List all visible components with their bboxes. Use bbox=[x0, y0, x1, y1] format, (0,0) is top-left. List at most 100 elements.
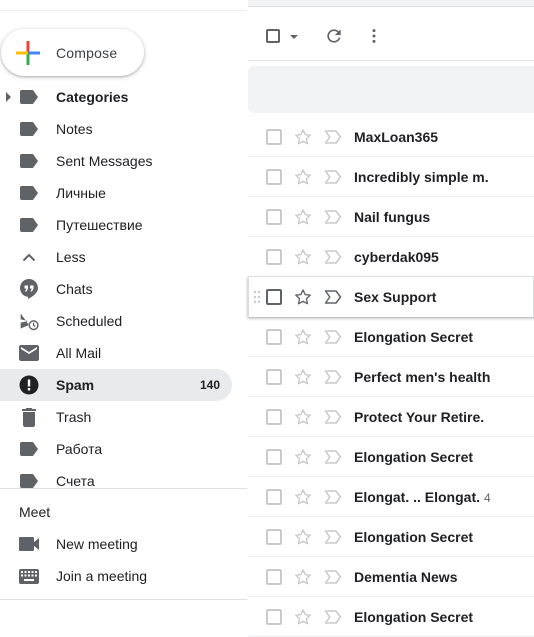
toolbar-divider bbox=[248, 60, 534, 61]
sidebar-item-spam[interactable]: Spam 140 bbox=[0, 369, 232, 401]
email-row[interactable]: Perfect men's health bbox=[248, 357, 534, 397]
email-row[interactable]: Sex Support bbox=[248, 277, 534, 317]
email-select-checkbox[interactable] bbox=[266, 609, 282, 625]
email-select-checkbox[interactable] bbox=[266, 529, 282, 545]
email-row[interactable]: MaxLoan365 bbox=[248, 117, 534, 157]
email-sender: Elongation Secret bbox=[354, 609, 473, 625]
important-marker-icon[interactable] bbox=[324, 129, 342, 145]
email-row[interactable]: Elongat. .. Elongat. 4 bbox=[248, 477, 534, 517]
important-marker-icon[interactable] bbox=[324, 569, 342, 585]
email-select-checkbox[interactable] bbox=[266, 289, 282, 305]
email-sender: Elongation Secret bbox=[354, 449, 473, 465]
star-icon[interactable] bbox=[293, 207, 313, 227]
top-bar-edge bbox=[248, 0, 534, 7]
sidebar-item-путешествие[interactable]: Путешествие bbox=[0, 209, 232, 241]
star-icon[interactable] bbox=[293, 527, 313, 547]
sidebar-item-scheduled[interactable]: Scheduled bbox=[0, 305, 232, 337]
email-row[interactable]: cyberdak095 bbox=[248, 237, 534, 277]
star-icon[interactable] bbox=[293, 287, 313, 307]
label-icon bbox=[19, 215, 39, 235]
star-icon[interactable] bbox=[293, 247, 313, 267]
sidebar-item-notes[interactable]: Notes bbox=[0, 113, 232, 145]
email-select-checkbox[interactable] bbox=[266, 449, 282, 465]
meet-item-label: Join a meeting bbox=[56, 568, 148, 584]
meet-item-new-meeting[interactable]: New meeting bbox=[0, 528, 232, 560]
sidebar-item-all-mail[interactable]: All Mail bbox=[0, 337, 232, 369]
select-all-checkbox[interactable] bbox=[266, 29, 280, 43]
sender-name: Perfect men's health bbox=[354, 369, 491, 385]
star-icon[interactable] bbox=[293, 447, 313, 467]
unread-count-badge: 140 bbox=[199, 378, 220, 392]
email-row[interactable]: Elongation Secret bbox=[248, 317, 534, 357]
star-icon[interactable] bbox=[293, 607, 313, 627]
meet-item-join-a-meeting[interactable]: Join a meeting bbox=[0, 560, 232, 592]
email-row[interactable]: Dementia News bbox=[248, 557, 534, 597]
star-icon[interactable] bbox=[293, 407, 313, 427]
meet-section-title: Meet bbox=[19, 504, 51, 520]
star-icon[interactable] bbox=[293, 487, 313, 507]
star-icon[interactable] bbox=[293, 327, 313, 347]
email-select-checkbox[interactable] bbox=[266, 209, 282, 225]
email-sender: Perfect men's health bbox=[354, 369, 490, 385]
sender-name: Sex Support bbox=[354, 289, 437, 305]
email-sender: Elongation Secret bbox=[354, 529, 473, 545]
email-select-checkbox[interactable] bbox=[266, 569, 282, 585]
email-select-checkbox[interactable] bbox=[266, 329, 282, 345]
sender-name: Elongat. .. Elongat. bbox=[354, 489, 480, 505]
important-marker-icon[interactable] bbox=[324, 369, 342, 385]
email-sender: Elongat. .. Elongat. 4 bbox=[354, 489, 491, 505]
star-icon[interactable] bbox=[293, 367, 313, 387]
star-icon[interactable] bbox=[293, 567, 313, 587]
email-row[interactable]: Elongation Secret bbox=[248, 597, 534, 637]
email-select-checkbox[interactable] bbox=[266, 249, 282, 265]
sidebar-item-less[interactable]: Less bbox=[0, 241, 232, 273]
email-row[interactable]: Nail fungus bbox=[248, 197, 534, 237]
sidebar-item-label: Spam bbox=[56, 377, 95, 393]
compose-button[interactable]: Compose bbox=[1, 29, 144, 76]
sidebar-item-личные[interactable]: Личные bbox=[0, 177, 232, 209]
important-marker-icon[interactable] bbox=[324, 529, 342, 545]
email-select-checkbox[interactable] bbox=[266, 129, 282, 145]
important-marker-icon[interactable] bbox=[324, 449, 342, 465]
email-sender: Incredibly simple m. bbox=[354, 169, 489, 185]
important-marker-icon[interactable] bbox=[324, 609, 342, 625]
email-row[interactable]: Elongation Secret bbox=[248, 517, 534, 557]
sidebar-item-label: Счета bbox=[56, 473, 95, 489]
email-select-checkbox[interactable] bbox=[266, 489, 282, 505]
more-vert-icon[interactable] bbox=[364, 26, 384, 46]
refresh-icon[interactable] bbox=[324, 26, 344, 46]
important-marker-icon[interactable] bbox=[324, 169, 342, 185]
email-sender: Protect Your Retire. bbox=[354, 409, 484, 425]
email-row[interactable]: Incredibly simple m. bbox=[248, 157, 534, 197]
sidebar-item-trash[interactable]: Trash bbox=[0, 401, 232, 433]
sender-name: Nail fungus bbox=[354, 209, 431, 225]
sidebar-item-работа[interactable]: Работа bbox=[0, 433, 232, 465]
star-icon[interactable] bbox=[293, 127, 313, 147]
sidebar-item-sent-messages[interactable]: Sent Messages bbox=[0, 145, 232, 177]
important-marker-icon[interactable] bbox=[324, 409, 342, 425]
important-marker-icon[interactable] bbox=[324, 489, 342, 505]
videocam-icon bbox=[19, 534, 39, 554]
important-marker-icon[interactable] bbox=[324, 249, 342, 265]
sidebar-item-categories[interactable]: Categories bbox=[0, 81, 232, 113]
expand-arrow-icon[interactable] bbox=[6, 92, 11, 102]
email-row[interactable]: Protect Your Retire. bbox=[248, 397, 534, 437]
important-marker-icon[interactable] bbox=[324, 209, 342, 225]
email-select-checkbox[interactable] bbox=[266, 409, 282, 425]
spam-info-banner bbox=[248, 66, 534, 113]
important-marker-icon[interactable] bbox=[324, 289, 342, 305]
sidebar-item-label: Trash bbox=[56, 409, 92, 425]
email-row[interactable]: Elongation Secret bbox=[248, 437, 534, 477]
email-select-checkbox[interactable] bbox=[266, 169, 282, 185]
select-menu-chevron-down-icon[interactable] bbox=[290, 35, 298, 39]
email-sender: Elongation Secret bbox=[354, 329, 473, 345]
sidebar-item-chats[interactable]: Chats bbox=[0, 273, 232, 305]
email-select-checkbox[interactable] bbox=[266, 369, 282, 385]
star-icon[interactable] bbox=[293, 167, 313, 187]
sidebar-item-счета[interactable]: Счета bbox=[0, 465, 232, 497]
drag-handle-icon[interactable] bbox=[253, 290, 261, 304]
important-marker-icon[interactable] bbox=[324, 329, 342, 345]
sidebar-item-label: Chats bbox=[56, 281, 93, 297]
sidebar-item-label: All Mail bbox=[56, 345, 102, 361]
sidebar-item-label: Путешествие bbox=[56, 217, 143, 233]
